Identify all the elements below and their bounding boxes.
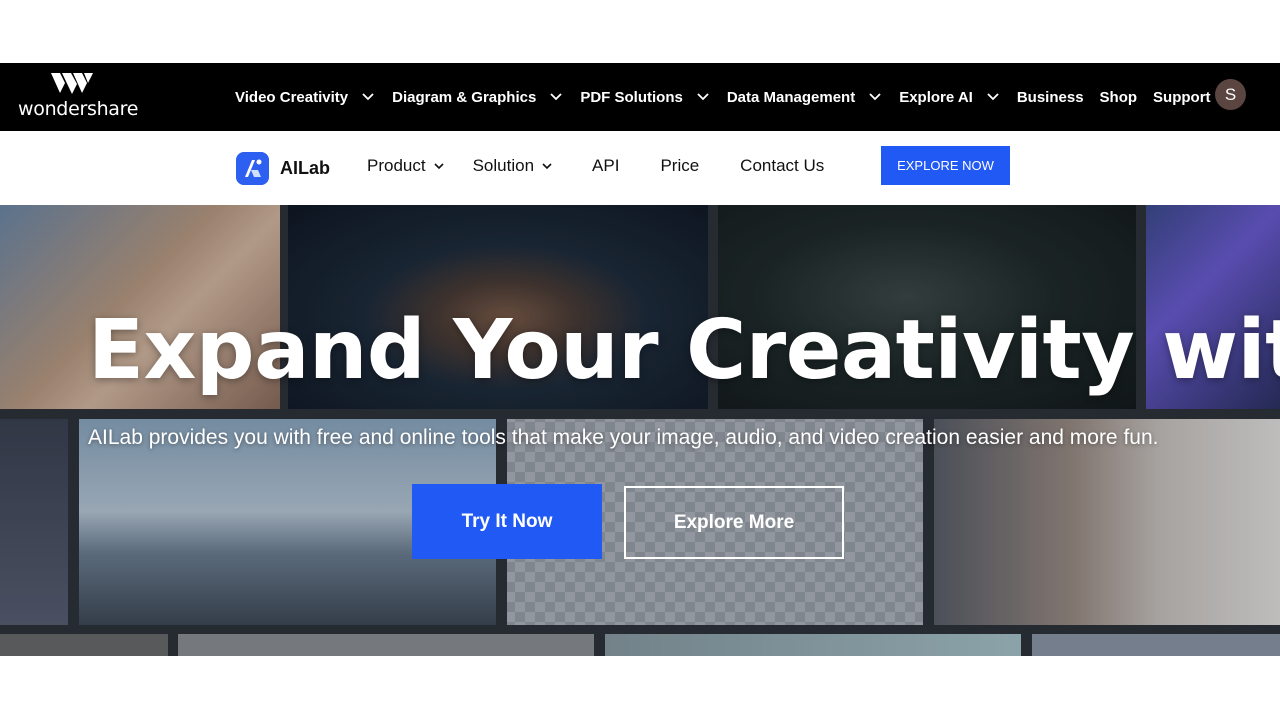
- subnav-label: Solution: [472, 156, 535, 175]
- nav-data-management[interactable]: Data Management: [727, 89, 899, 106]
- ailab-wordmark: AILab: [280, 158, 331, 178]
- ailab-logo[interactable]: AILab: [236, 152, 330, 185]
- nav-video-creativity[interactable]: Video Creativity: [235, 89, 392, 106]
- nav-diagram-graphics[interactable]: Diagram & Graphics: [392, 89, 580, 106]
- nav-shop[interactable]: Shop: [1100, 89, 1138, 106]
- wondershare-logo[interactable]: wondershare: [18, 73, 138, 121]
- subnav-solution[interactable]: Solution: [473, 156, 552, 176]
- hero-subtitle: AILab provides you with free and online …: [88, 426, 1159, 449]
- user-avatar[interactable]: S: [1215, 79, 1246, 110]
- chevron-down-icon: [550, 93, 562, 101]
- subnav-product[interactable]: Product: [367, 156, 444, 176]
- global-header: wondershare Video Creativity Diagram & G…: [0, 63, 1280, 131]
- nav-label: Support: [1153, 88, 1211, 106]
- nav-label: Explore AI: [899, 88, 973, 106]
- subnav-label: Contact Us: [740, 156, 825, 175]
- hero-banner: Expand Your Creativity with AI AILab pro…: [0, 205, 1280, 656]
- chevron-down-icon: [434, 162, 444, 169]
- hero-title: Expand Your Creativity with AI: [88, 303, 1280, 398]
- chevron-down-icon: [362, 93, 374, 101]
- try-it-now-button[interactable]: Try It Now: [412, 484, 602, 559]
- explore-now-button[interactable]: EXPLORE NOW: [881, 146, 1010, 185]
- ailab-header: AILab Product Solution API Price Contact…: [0, 131, 1280, 205]
- nav-label: Diagram & Graphics: [392, 88, 537, 106]
- nav-business[interactable]: Business: [1017, 89, 1084, 106]
- wondershare-mark-icon: [51, 73, 93, 94]
- ailab-nav: Product Solution API Price Contact Us: [367, 131, 824, 201]
- chevron-down-icon: [697, 93, 709, 101]
- wondershare-wordmark: wondershare: [18, 98, 139, 120]
- global-nav: Video Creativity Diagram & Graphics PDF …: [235, 63, 1227, 131]
- subnav-label: API: [592, 156, 620, 175]
- subnav-label: Product: [367, 156, 426, 175]
- chevron-down-icon: [869, 93, 881, 101]
- nav-explore-ai[interactable]: Explore AI: [899, 89, 1017, 106]
- subnav-label: Price: [660, 156, 700, 175]
- nav-label: Data Management: [726, 88, 856, 106]
- nav-label: PDF Solutions: [580, 88, 683, 106]
- ailab-logo-icon: [236, 152, 269, 185]
- subnav-api[interactable]: API: [592, 156, 619, 176]
- subnav-price[interactable]: Price: [660, 156, 699, 176]
- subnav-contact-us[interactable]: Contact Us: [740, 156, 824, 176]
- nav-label: Shop: [1099, 88, 1138, 106]
- chevron-down-icon: [542, 162, 552, 169]
- nav-support[interactable]: Support: [1153, 89, 1211, 106]
- explore-more-button[interactable]: Explore More: [624, 486, 844, 559]
- chevron-down-icon: [987, 93, 999, 101]
- nav-pdf-solutions[interactable]: PDF Solutions: [580, 89, 727, 106]
- nav-label: Business: [1016, 88, 1084, 106]
- nav-label: Video Creativity: [235, 88, 349, 106]
